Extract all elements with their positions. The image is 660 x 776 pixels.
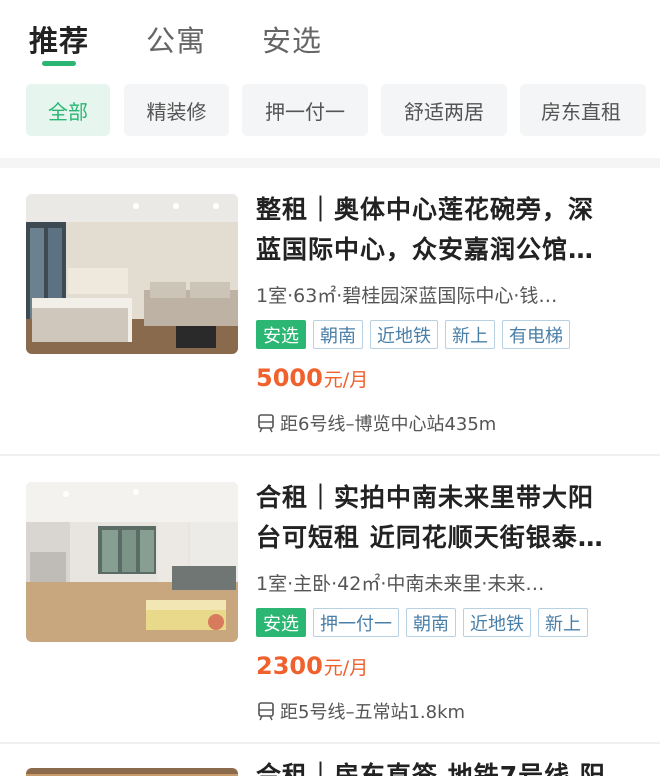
listing-title: 整租｜奥体中心莲花碗旁，深 蓝国际中心，众安嘉润公馆… <box>256 190 636 270</box>
tab-apartment[interactable]: 公寓 <box>146 18 206 60</box>
listing-photo <box>26 194 238 354</box>
top-tab-bar: 推荐 公寓 安选 <box>0 0 660 78</box>
listing-title-line-2: 蓝国际中心，众安嘉润公馆… <box>256 235 595 264</box>
listing-card[interactable]: 合租｜实拍中南未来里带大阳 台可短租 近同花顺天街银泰… 1室·主卧·42㎡·中… <box>0 456 660 740</box>
tab-selected[interactable]: 安选 <box>262 18 322 60</box>
tag-new-listing: 新上 <box>538 608 588 637</box>
active-tab-indicator <box>42 61 76 66</box>
transit-text: 距6号线–博览中心站435m <box>280 414 497 435</box>
filter-chip-row: 全部 精装修 押一付一 舒适两居 房东直租 <box>0 84 660 138</box>
filter-chip-landlord-direct[interactable]: 房东直租 <box>520 84 646 136</box>
metro-icon <box>258 414 274 433</box>
listing-transit: 距6号线–博览中心站435m <box>256 410 496 436</box>
listing-title-line-1: 合租｜实拍中南未来里带大阳 <box>256 483 595 512</box>
listing-tags: 安选 押一付一 朝南 近地铁 新上 <box>256 608 588 638</box>
tag-anxuan-badge: 安选 <box>256 320 306 349</box>
section-divider <box>0 158 660 168</box>
price-amount: 2300 <box>256 652 323 680</box>
listing-price: 2300元/月 <box>256 652 368 680</box>
listing-title: 合租｜房东直签 地铁7号线 阳 <box>256 756 636 776</box>
tag-deposit-one-pay-one: 押一付一 <box>313 608 399 637</box>
price-unit: 元/月 <box>323 369 369 391</box>
listing-title-line-2: 台可短租 近同花顺天街银泰… <box>256 523 604 552</box>
listing-transit: 距5号线–五常站1.8km <box>256 698 465 724</box>
filter-chip-deposit-one-pay-one[interactable]: 押一付一 <box>242 84 368 136</box>
tag-anxuan-badge: 安选 <box>256 608 306 637</box>
tag-new-listing: 新上 <box>445 320 495 349</box>
listing-title-line-1: 合租｜房东直签 地铁7号线 阳 <box>256 761 606 776</box>
tag-near-metro: 近地铁 <box>370 320 438 349</box>
filter-chip-furnished[interactable]: 精装修 <box>124 84 229 136</box>
metro-icon <box>258 702 274 721</box>
listing-title: 合租｜实拍中南未来里带大阳 台可短租 近同花顺天街银泰… <box>256 478 636 558</box>
filter-chip-two-bedroom[interactable]: 舒适两居 <box>381 84 507 136</box>
tag-south-facing: 朝南 <box>406 608 456 637</box>
listing-photo <box>26 482 238 642</box>
listing-price: 5000元/月 <box>256 364 368 392</box>
listing-card[interactable]: 合租｜房东直签 地铁7号线 阳 <box>0 744 660 776</box>
tag-south-facing: 朝南 <box>313 320 363 349</box>
listing-title-line-1: 整租｜奥体中心莲花碗旁，深 <box>256 195 595 224</box>
listing-meta: 1室·主卧·42㎡·中南未来里·未来… <box>256 573 545 595</box>
tag-near-metro: 近地铁 <box>463 608 531 637</box>
listing-photo <box>26 768 238 776</box>
price-unit: 元/月 <box>323 657 369 679</box>
tab-recommended[interactable]: 推荐 <box>29 18 89 60</box>
tag-elevator: 有电梯 <box>502 320 570 349</box>
transit-text: 距5号线–五常站1.8km <box>280 702 466 723</box>
listing-tags: 安选 朝南 近地铁 新上 有电梯 <box>256 320 570 350</box>
listing-meta: 1室·63㎡·碧桂园深蓝国际中心·钱… <box>256 285 558 307</box>
price-amount: 5000 <box>256 364 323 392</box>
filter-chip-all[interactable]: 全部 <box>26 84 110 136</box>
listing-card[interactable]: 整租｜奥体中心莲花碗旁，深 蓝国际中心，众安嘉润公馆… 1室·63㎡·碧桂园深蓝… <box>0 168 660 452</box>
